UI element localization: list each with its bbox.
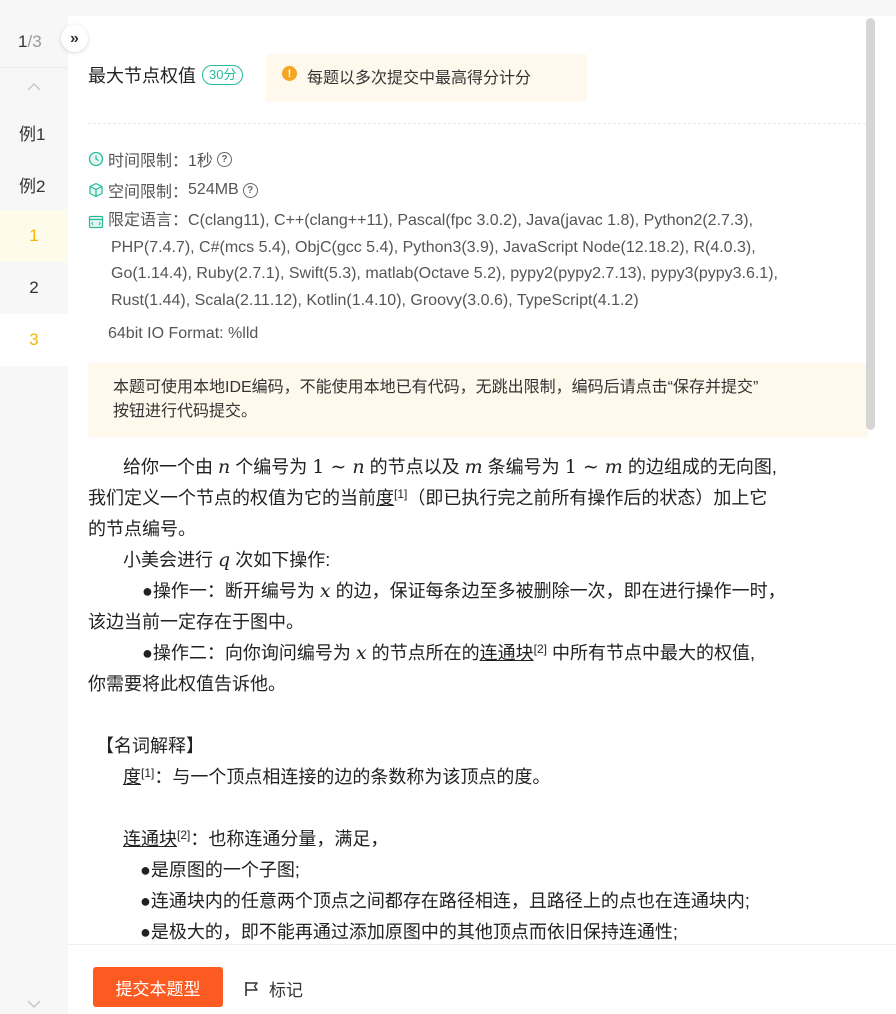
clock-icon xyxy=(88,151,104,167)
scroll-up-button[interactable] xyxy=(0,68,68,106)
sidebar-item-question-1[interactable]: 1 xyxy=(0,210,68,262)
problem-panel: 最大节点权值 30分 ! 每题以多次提交中最高得分计分 时间限制： 1秒 ? 空… xyxy=(68,16,876,944)
sidebar-item-question-3[interactable]: 3 xyxy=(0,314,68,366)
time-limit-value: 1秒 xyxy=(188,153,213,170)
current-question-number: 1 xyxy=(18,31,28,51)
time-limit: 时间限制： 1秒 ? xyxy=(88,147,232,171)
cube-icon xyxy=(88,182,104,198)
ide-notice-line-2: 按钮进行代码提交。 xyxy=(113,403,258,420)
operation-two: ●操作二：向你询问编号为 x 的节点所在的连通块[2] 中所有节点中最大的权值, xyxy=(142,642,755,664)
operation-one: ●操作一：断开编号为 x 的边，保证每条边至多被删除一次，即在进行操作一时， xyxy=(142,580,786,602)
glossary-bullet-3: ●是极大的，即不能再通过添加原图中的其他顶点而依旧保持连通性; xyxy=(140,922,678,942)
mark-label: 标记 xyxy=(269,981,303,1000)
scrollbar[interactable] xyxy=(866,18,875,430)
title-row: 最大节点权值 30分 xyxy=(88,62,244,88)
flag-icon xyxy=(245,981,258,996)
space-limit: 空间限制： 524MB ? xyxy=(88,178,258,202)
scoring-notice: ! 每题以多次提交中最高得分计分 xyxy=(266,54,587,102)
ide-notice: 本题可使用本地IDE编码，不能使用本地已有代码，无跳出限制，编码后请点击“保存并… xyxy=(88,363,868,437)
operation-two-continued: 你需要将此权值告诉他。 xyxy=(88,674,286,694)
glossary-degree: 度[1]：与一个顶点相连接的边的条数称为该顶点的度。 xyxy=(123,766,551,787)
space-help-icon[interactable]: ? xyxy=(242,182,258,198)
glossary-bullet-1: ●是原图的一个子图; xyxy=(140,860,300,880)
divider xyxy=(88,123,866,124)
language-list-line-1: C(clang11), C++(clang++11), Pascal(fpc 3… xyxy=(188,212,754,229)
score-badge: 30分 xyxy=(202,65,244,85)
problem-description: 给你一个由 n 个编号为 1 ∼ n 的节点以及 m 条编号为 1 ∼ m 的边… xyxy=(88,452,866,944)
top-bar xyxy=(0,0,896,16)
language-list-line-2: PHP(7.4.7), C#(mcs 5.4), ObjC(gcc 5.4), … xyxy=(111,238,756,256)
question-sidebar: 1/3 例1 例2 1 2 3 xyxy=(0,16,68,1014)
paragraph-weight-definition: 我们定义一个节点的权值为它的当前度[1]（即已执行完之前所有操作后的状态）加上它 xyxy=(88,487,768,508)
io-format: 64bit IO Format: %lld xyxy=(108,325,259,342)
scoring-notice-text: 每题以多次提交中最高得分计分 xyxy=(307,70,532,87)
paragraph-operations-intro: 小美会进行 q 次如下操作: xyxy=(123,549,331,571)
question-counter: 1/3 xyxy=(0,16,68,68)
paragraph-intro: 给你一个由 n 个编号为 1 ∼ n 的节点以及 m 条编号为 1 ∼ m 的边… xyxy=(123,456,777,478)
glossary-title: 【名词解释】 xyxy=(96,736,204,756)
bottom-action-bar: 提交本题型 标记 xyxy=(68,944,896,1014)
space-limit-value: 524MB xyxy=(188,181,239,198)
space-limit-label: 空间限制： xyxy=(108,184,189,201)
mark-button[interactable]: 标记 xyxy=(244,976,303,1001)
language-list-line-4: Rust(1.44), Scala(2.11.12), Kotlin(1.4.1… xyxy=(111,291,639,309)
language-limit: 限定语言：C(clang11), C++(clang++11), Pascal(… xyxy=(88,208,858,314)
operation-one-continued: 该边当前一定存在于图中。 xyxy=(88,612,304,632)
ide-notice-line-1: 本题可使用本地IDE编码，不能使用本地已有代码，无跳出限制，编码后请点击“保存并… xyxy=(113,379,759,396)
term-degree-link[interactable]: 度 xyxy=(376,488,394,508)
chevron-up-icon xyxy=(27,83,41,91)
submit-question-button[interactable]: 提交本题型 xyxy=(93,967,223,1007)
sidebar-item-question-2[interactable]: 2 xyxy=(0,262,68,314)
time-limit-label: 时间限制： xyxy=(108,153,189,170)
glossary-bullet-2: ●连通块内的任意两个顶点之间都存在路径相连，且路径上的点也在连通块内; xyxy=(140,891,750,911)
total-questions: /3 xyxy=(27,31,42,51)
scroll-down-button[interactable] xyxy=(0,994,68,1014)
paragraph-weight-definition-end: 的节点编号。 xyxy=(88,519,196,539)
language-list-line-3: Go(1.14.4), Ruby(2.7.1), Swift(5.3), mat… xyxy=(111,265,778,282)
sidebar-item-example-1[interactable]: 例1 xyxy=(0,106,68,158)
code-icon xyxy=(88,213,104,229)
problem-title: 最大节点权值 xyxy=(88,66,196,86)
chevron-down-icon xyxy=(27,1000,41,1008)
term-connected-component-link[interactable]: 连通块 xyxy=(480,643,534,663)
time-help-icon[interactable]: ? xyxy=(216,151,232,167)
warning-icon: ! xyxy=(282,66,297,81)
sidebar-item-example-2[interactable]: 例2 xyxy=(0,158,68,210)
glossary-connected-component: 连通块[2]：也称连通分量，满足， xyxy=(123,828,389,849)
